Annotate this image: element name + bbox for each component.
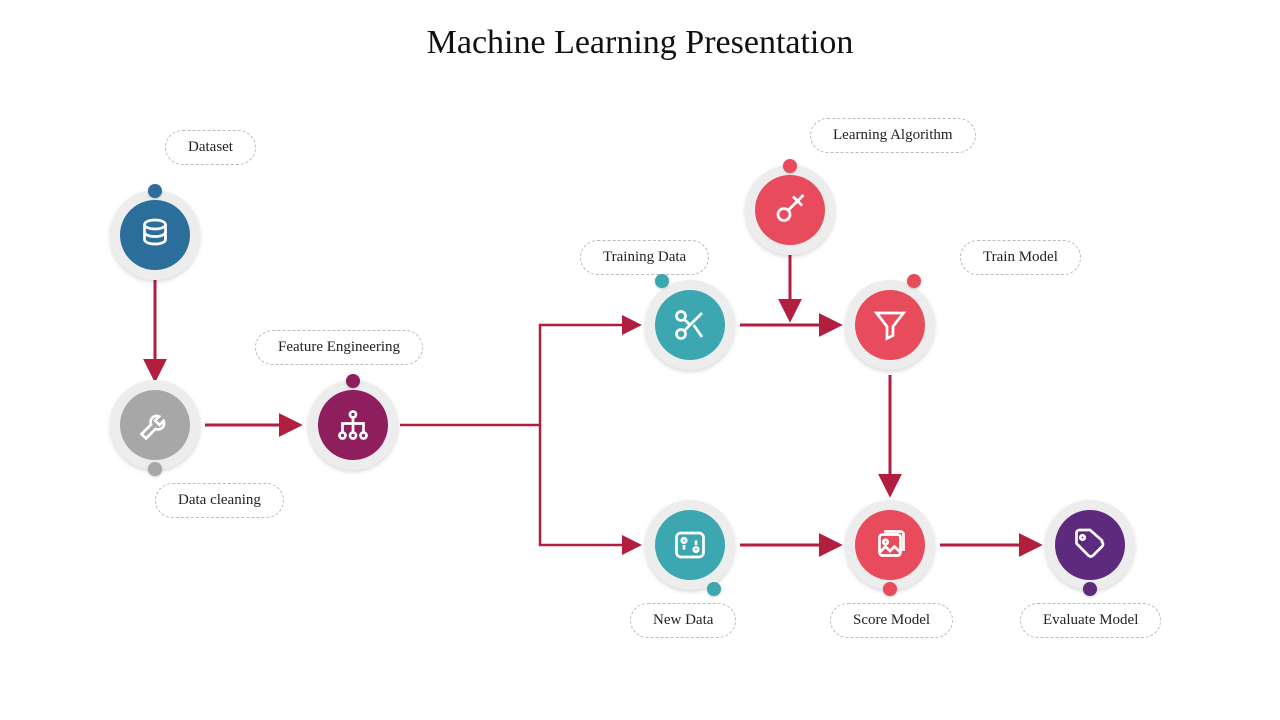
database-icon [137, 217, 173, 253]
node-data-cleaning [110, 380, 200, 470]
label-evaluate-model: Evaluate Model [1020, 603, 1161, 638]
funnel-icon [872, 307, 908, 343]
image-icon [872, 527, 908, 563]
label-dataset: Dataset [165, 130, 256, 165]
page-title: Machine Learning Presentation [0, 24, 1280, 62]
diagram-canvas: Machine Learning Presentation Dataset [0, 0, 1280, 720]
label-feature-engineering: Feature Engineering [255, 330, 423, 365]
scissors-icon [672, 307, 708, 343]
key-icon [772, 192, 808, 228]
node-dataset [110, 190, 200, 280]
node-score-model [845, 500, 935, 590]
label-learning-algorithm: Learning Algorithm [810, 118, 976, 153]
switch-icon [672, 527, 708, 563]
node-new-data [645, 500, 735, 590]
node-evaluate-model [1045, 500, 1135, 590]
node-learning-algorithm [745, 165, 835, 255]
label-data-cleaning: Data cleaning [155, 483, 284, 518]
label-training-data: Training Data [580, 240, 709, 275]
tags-icon [1072, 527, 1108, 563]
label-score-model: Score Model [830, 603, 953, 638]
label-new-data: New Data [630, 603, 736, 638]
hierarchy-icon [335, 407, 371, 443]
node-train-model [845, 280, 935, 370]
node-feature-engineering [308, 380, 398, 470]
node-training-data [645, 280, 735, 370]
label-train-model: Train Model [960, 240, 1081, 275]
wrench-icon [137, 407, 173, 443]
